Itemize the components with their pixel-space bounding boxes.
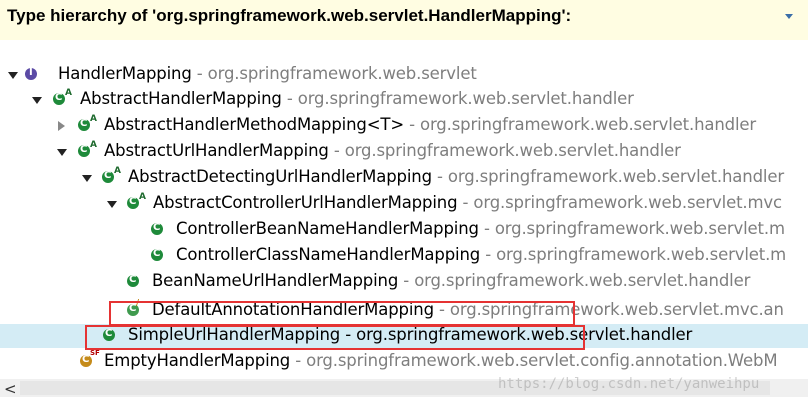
tree-item-label: ControllerClassNameHandlerMapping - org.…: [176, 245, 787, 264]
static-final-class-icon: SF: [80, 350, 100, 371]
tree-item-label: BeanNameUrlHandlerMapping - org.springfr…: [152, 271, 751, 290]
tree-item-controllerclassnamehandlermapping[interactable]: ControllerClassNameHandlerMapping - org.…: [0, 244, 808, 268]
scroll-left-icon[interactable]: <: [4, 380, 17, 398]
view-header: Type hierarchy of 'org.springframework.w…: [0, 0, 808, 40]
expand-down-icon[interactable]: [107, 201, 117, 208]
abstract-class-icon: A: [127, 192, 146, 213]
class-icon: [151, 221, 169, 239]
tree-item-controllerbeannamehandlermapping[interactable]: ControllerBeanNameHandlerMapping - org.s…: [0, 218, 808, 242]
tree-item-label: AbstractControllerUrlHandlerMapping - or…: [153, 193, 782, 212]
tree-item-label: EmptyHandlerMapping - org.springframewor…: [104, 351, 778, 370]
interface-icon: [25, 66, 43, 84]
highlight-box: [85, 325, 585, 350]
tree-item-label: ControllerBeanNameHandlerMapping - org.s…: [176, 219, 785, 238]
abstract-class-icon: A: [78, 114, 97, 135]
expand-down-icon[interactable]: [82, 175, 92, 182]
tree-item-emptyhandlermapping[interactable]: SF EmptyHandlerMapping - org.springframe…: [0, 350, 808, 374]
tree-item-label: AbstractHandlerMethodMapping<T> - org.sp…: [104, 115, 757, 134]
watermark: https://blog.csdn.net/yanweihpu: [498, 376, 760, 392]
class-icon: [127, 273, 145, 291]
expand-down-icon[interactable]: [32, 97, 42, 104]
class-icon: [151, 247, 169, 265]
tree-item-label: HandlerMapping - org.springframework.web…: [58, 64, 477, 83]
expand-down-icon[interactable]: [8, 72, 18, 79]
highlight-box: [109, 301, 575, 326]
tree-item-label: AbstractHandlerMapping - org.springframe…: [80, 89, 634, 108]
abstract-class-icon: A: [102, 166, 121, 187]
tree-item-abstractcontrollerurlhandlermapping[interactable]: A AbstractControllerUrlHandlerMapping - …: [0, 192, 808, 216]
tree-item-label: AbstractUrlHandlerMapping - org.springfr…: [104, 141, 681, 160]
tree-item-abstracthandlermethodmapping[interactable]: A AbstractHandlerMethodMapping<T> - org.…: [0, 114, 808, 138]
abstract-class-icon: A: [53, 88, 72, 109]
expand-down-icon[interactable]: [57, 149, 67, 156]
view-title: Type hierarchy of 'org.springframework.w…: [7, 6, 572, 25]
tree-item-label: AbstractDetectingUrlHandlerMapping - org…: [128, 167, 784, 186]
tree-item-abstractdetectingurlhandlermapping[interactable]: A AbstractDetectingUrlHandlerMapping - o…: [0, 166, 808, 190]
tree-item-beannameurlhandlermapping[interactable]: BeanNameUrlHandlerMapping - org.springfr…: [0, 270, 808, 294]
tree-item-abstracthandlermapping[interactable]: A AbstractHandlerMapping - org.springfra…: [0, 88, 808, 112]
tree-item-abstracturlhandlermapping[interactable]: A AbstractUrlHandlerMapping - org.spring…: [0, 140, 808, 164]
view-menu-icon[interactable]: [785, 14, 793, 19]
abstract-class-icon: A: [78, 140, 97, 161]
tree-item-handlermapping[interactable]: HandlerMapping - org.springframework.web…: [0, 63, 808, 87]
expand-right-icon[interactable]: [58, 121, 65, 131]
